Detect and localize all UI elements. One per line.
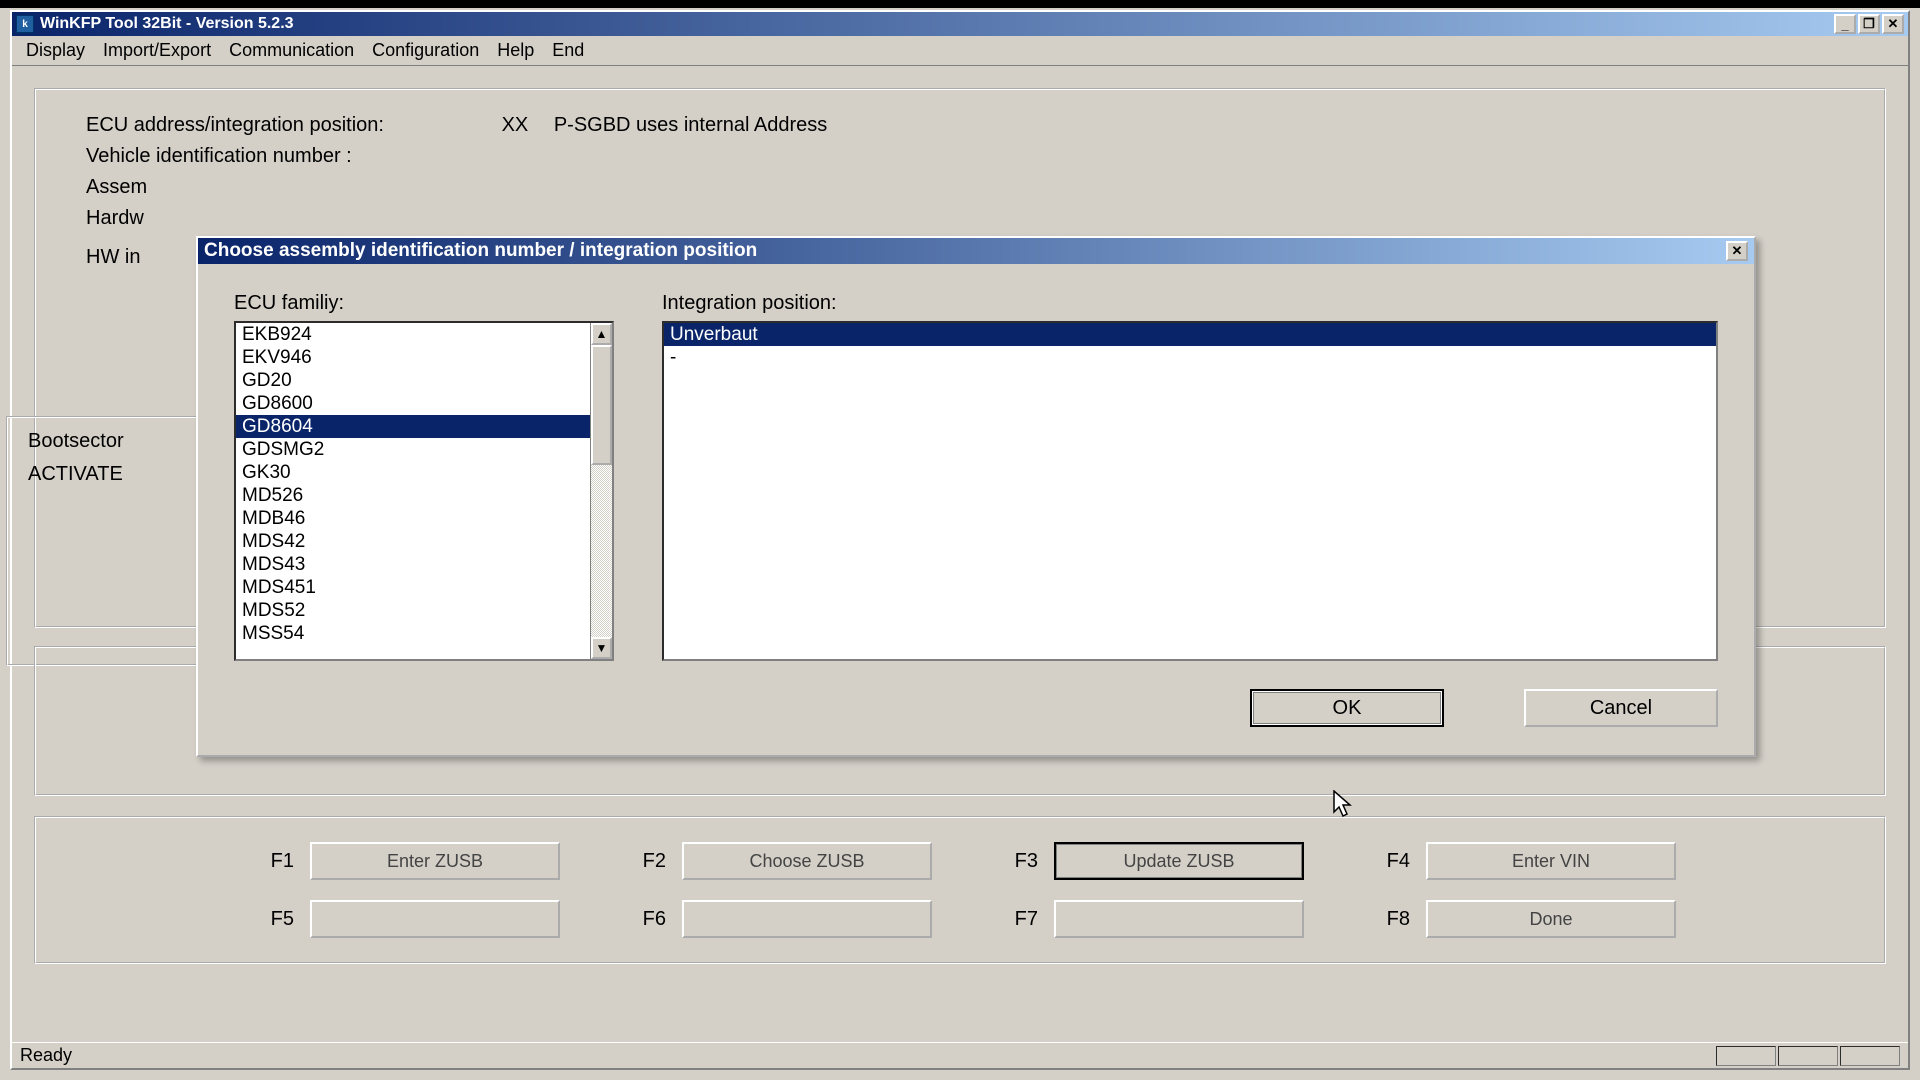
scroll-down-icon[interactable]: ▼ (591, 637, 612, 659)
cancel-button[interactable]: Cancel (1524, 689, 1718, 727)
close-button[interactable]: ✕ (1882, 14, 1904, 34)
list-item[interactable]: Unverbaut (664, 323, 1716, 346)
ecu-addr-value1: XX (502, 114, 529, 137)
f1-label: F1 (244, 850, 304, 873)
status-cell (1716, 1046, 1776, 1066)
ecu-family-listbox[interactable]: EKB924EKV946GD20GD8600GD8604GDSMG2GK30MD… (234, 321, 614, 661)
ecu-family-label: ECU familiy: (234, 292, 614, 315)
list-item[interactable]: - (664, 346, 1716, 369)
f5-label: F5 (244, 908, 304, 931)
integration-position-label: Integration position: (662, 292, 1718, 315)
list-item[interactable]: MDS52 (236, 599, 590, 622)
f8-label: F8 (1310, 908, 1420, 931)
assembly-label: Assem (86, 176, 466, 199)
status-cell (1778, 1046, 1838, 1066)
desktop-topbar (0, 0, 1920, 8)
f5-button[interactable] (310, 900, 560, 938)
minimize-button[interactable]: _ (1834, 14, 1856, 34)
statusbar: Ready (12, 1042, 1908, 1068)
dialog-titlebar: Choose assembly identification number / … (198, 238, 1754, 264)
choose-assembly-dialog: Choose assembly identification number / … (196, 236, 1756, 757)
f8-button[interactable]: Done (1426, 900, 1676, 938)
scrollbar[interactable]: ▲ ▼ (590, 323, 612, 659)
f2-button[interactable]: Choose ZUSB (682, 842, 932, 880)
f4-button[interactable]: Enter VIN (1426, 842, 1676, 880)
ok-button[interactable]: OK (1250, 689, 1444, 727)
menu-configuration[interactable]: Configuration (372, 40, 479, 61)
list-item[interactable]: GD8604 (236, 415, 590, 438)
f2-label: F2 (566, 850, 676, 873)
titlebar: k WinKFP Tool 32Bit - Version 5.2.3 _ ❐ … (12, 12, 1908, 36)
status-text: Ready (20, 1045, 72, 1066)
vin-label: Vehicle identification number : (86, 145, 466, 168)
list-item[interactable]: EKV946 (236, 346, 590, 369)
restore-button[interactable]: ❐ (1858, 14, 1880, 34)
list-item[interactable]: MDS43 (236, 553, 590, 576)
menu-display[interactable]: Display (26, 40, 85, 61)
status-cell (1840, 1046, 1900, 1066)
list-item[interactable]: MDB46 (236, 507, 590, 530)
menu-end[interactable]: End (552, 40, 584, 61)
scroll-up-icon[interactable]: ▲ (591, 323, 612, 345)
fkeys-panel: F1 Enter ZUSB F2 Choose ZUSB F3 Update Z… (34, 816, 1886, 964)
list-item[interactable]: GK30 (236, 461, 590, 484)
menu-help[interactable]: Help (497, 40, 534, 61)
hardware-label: Hardw (86, 207, 466, 230)
list-item[interactable]: GD8600 (236, 392, 590, 415)
f4-label: F4 (1310, 850, 1420, 873)
window-title: WinKFP Tool 32Bit - Version 5.2.3 (40, 15, 294, 33)
dialog-close-button[interactable]: ✕ (1726, 241, 1748, 261)
dialog-title: Choose assembly identification number / … (204, 240, 757, 262)
scroll-thumb[interactable] (591, 345, 612, 465)
ecu-addr-value2: P-SGBD uses internal Address (554, 114, 827, 137)
list-item[interactable]: MD526 (236, 484, 590, 507)
list-item[interactable]: EKB924 (236, 323, 590, 346)
ecu-addr-label: ECU address/integration position: (86, 114, 466, 137)
menubar: Display Import/Export Communication Conf… (12, 36, 1908, 66)
integration-listbox[interactable]: Unverbaut- (662, 321, 1718, 661)
list-item[interactable]: MSS54 (236, 622, 590, 645)
f6-button[interactable] (682, 900, 932, 938)
f1-button[interactable]: Enter ZUSB (310, 842, 560, 880)
f3-label: F3 (938, 850, 1048, 873)
list-item[interactable]: MDS42 (236, 530, 590, 553)
app-icon: k (16, 15, 34, 33)
f3-button[interactable]: Update ZUSB (1054, 842, 1304, 880)
menu-import-export[interactable]: Import/Export (103, 40, 211, 61)
menu-communication[interactable]: Communication (229, 40, 354, 61)
list-item[interactable]: MDS451 (236, 576, 590, 599)
list-item[interactable]: GD20 (236, 369, 590, 392)
f7-label: F7 (938, 908, 1048, 931)
list-item[interactable]: GDSMG2 (236, 438, 590, 461)
f6-label: F6 (566, 908, 676, 931)
f7-button[interactable] (1054, 900, 1304, 938)
